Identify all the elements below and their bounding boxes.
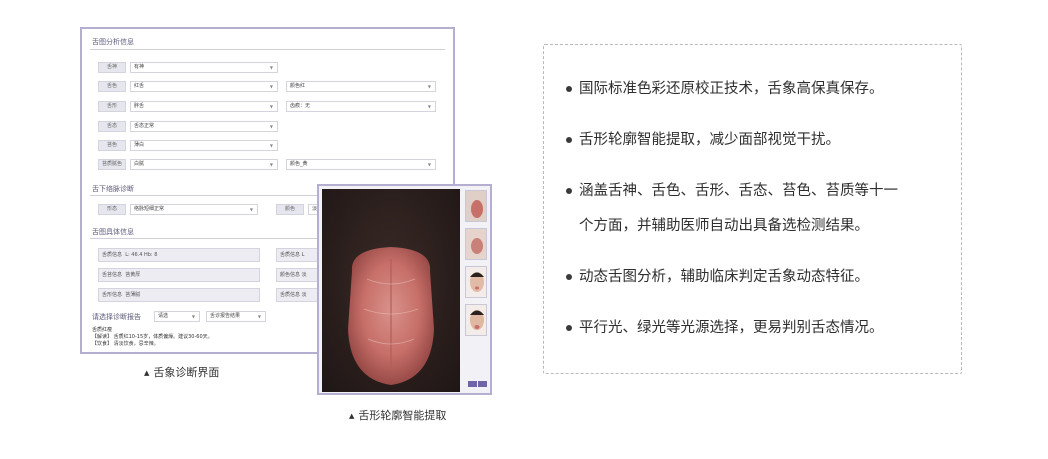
chevron-down-icon: ▼: [269, 143, 273, 148]
report-note-line: 【解读】 舌质红10-15岁，体质偏燥。建议30-60天。: [92, 334, 213, 340]
section-title-report: 请选择诊断报告: [92, 313, 141, 321]
triangle-up-icon: ▲: [144, 369, 150, 377]
chevron-down-icon: ▼: [249, 207, 253, 212]
bullet-icon: [566, 325, 572, 331]
report-note-line: 【饮食】 清淡饮食，忌辛辣。: [92, 341, 159, 347]
field-label: 苔质腻色: [98, 159, 126, 170]
section-title-details: 舌图具体信息: [92, 228, 134, 236]
field-label: 舌态: [98, 121, 126, 132]
chevron-down-icon: ▼: [427, 104, 431, 109]
feature-panel: 国际标准色彩还原校正技术，舌象高保真保存。 舌形轮廓智能提取，减少面部视觉干扰。…: [543, 44, 962, 374]
field-label: 颜色: [276, 204, 304, 215]
tongue-image: [322, 189, 460, 392]
caption-diagnosis-interface: ▲ 舌象诊断界面: [144, 366, 220, 379]
control-button[interactable]: [468, 381, 477, 387]
section-title-analysis: 舌图分析信息: [92, 38, 134, 46]
tongue-thumb-1[interactable]: [465, 190, 487, 222]
tongue-drawing: [348, 247, 434, 385]
feature-item: 动态舌图分析，辅助临床判定舌象动态特征。: [566, 267, 956, 287]
report-select[interactable]: 请选 ▼: [154, 311, 200, 322]
face-thumb-2[interactable]: [465, 304, 487, 336]
field-label: 苔色: [98, 140, 126, 151]
report-select[interactable]: 舌诊报告结果 ▼: [206, 311, 266, 322]
field-select[interactable]: 齿痕：无 ▼: [286, 101, 436, 112]
chevron-down-icon: ▼: [427, 84, 431, 89]
field-label: 舌色: [98, 81, 126, 92]
feature-item: 舌形轮廓智能提取，减少面部视觉干扰。: [566, 130, 956, 150]
triangle-up-icon: ▲: [349, 412, 355, 420]
field-select[interactable]: 络脉短细正常 ▼: [130, 204, 258, 215]
feature-item: 涵盖舌神、舌色、舌形、舌态、苔色、苔质等十一 个方面，并辅助医师自动出具备选检测…: [566, 181, 956, 236]
chevron-down-icon: ▼: [269, 84, 273, 89]
bullet-icon: [566, 188, 572, 194]
tongue-thumb-2[interactable]: [465, 228, 487, 260]
control-button[interactable]: [478, 381, 487, 387]
chevron-down-icon: ▼: [257, 314, 261, 319]
field-select[interactable]: 有神 ▼: [130, 62, 278, 73]
field-select[interactable]: 红舌 ▼: [130, 81, 278, 92]
feature-item: 国际标准色彩还原校正技术，舌象高保真保存。: [566, 79, 956, 99]
chevron-down-icon: ▼: [269, 162, 273, 167]
face-thumb-1[interactable]: [465, 266, 487, 298]
feature-item: 平行光、绿光等光源选择，更易判别舌态情况。: [566, 318, 956, 338]
field-select[interactable]: 颜色红 ▼: [286, 81, 436, 92]
tongue-contour-viewer: [317, 184, 492, 395]
thumbnail-strip: [465, 190, 489, 342]
caption-contour-extraction: ▲ 舌形轮廓智能提取: [349, 409, 447, 422]
chevron-down-icon: ▼: [269, 124, 273, 129]
field-label: 舌形: [98, 101, 126, 112]
report-note-title: 舌质红瘦: [92, 327, 113, 333]
bullet-icon: [566, 137, 572, 143]
feature-list: 国际标准色彩还原校正技术，舌象高保真保存。 舌形轮廓智能提取，减少面部视觉干扰。…: [566, 79, 956, 338]
detail-field: 舌质信息 L: 46.4 Hb: 8: [98, 248, 260, 262]
field-select[interactable]: 薄白 ▼: [130, 140, 278, 151]
viewer-controls: [468, 372, 488, 393]
bullet-icon: [566, 86, 572, 92]
field-select[interactable]: 胖舌 ▼: [130, 101, 278, 112]
field-label: 舌神: [98, 62, 126, 73]
field-select[interactable]: 白腻 ▼: [130, 159, 278, 170]
field-select[interactable]: 舌态正常 ▼: [130, 121, 278, 132]
field-label: 形态: [98, 204, 126, 215]
section-divider: [90, 49, 445, 50]
chevron-down-icon: ▼: [427, 162, 431, 167]
detail-field: 舌苔信息 苔黄厚: [98, 268, 260, 282]
chevron-down-icon: ▼: [269, 104, 273, 109]
field-select[interactable]: 颜色_黄 ▼: [286, 159, 436, 170]
bullet-icon: [566, 274, 572, 280]
section-title-sublingual: 舌下络脉诊断: [92, 185, 134, 193]
detail-field: 舌形信息 苔薄腻: [98, 288, 260, 302]
chevron-down-icon: ▼: [269, 65, 273, 70]
chevron-down-icon: ▼: [191, 314, 195, 319]
